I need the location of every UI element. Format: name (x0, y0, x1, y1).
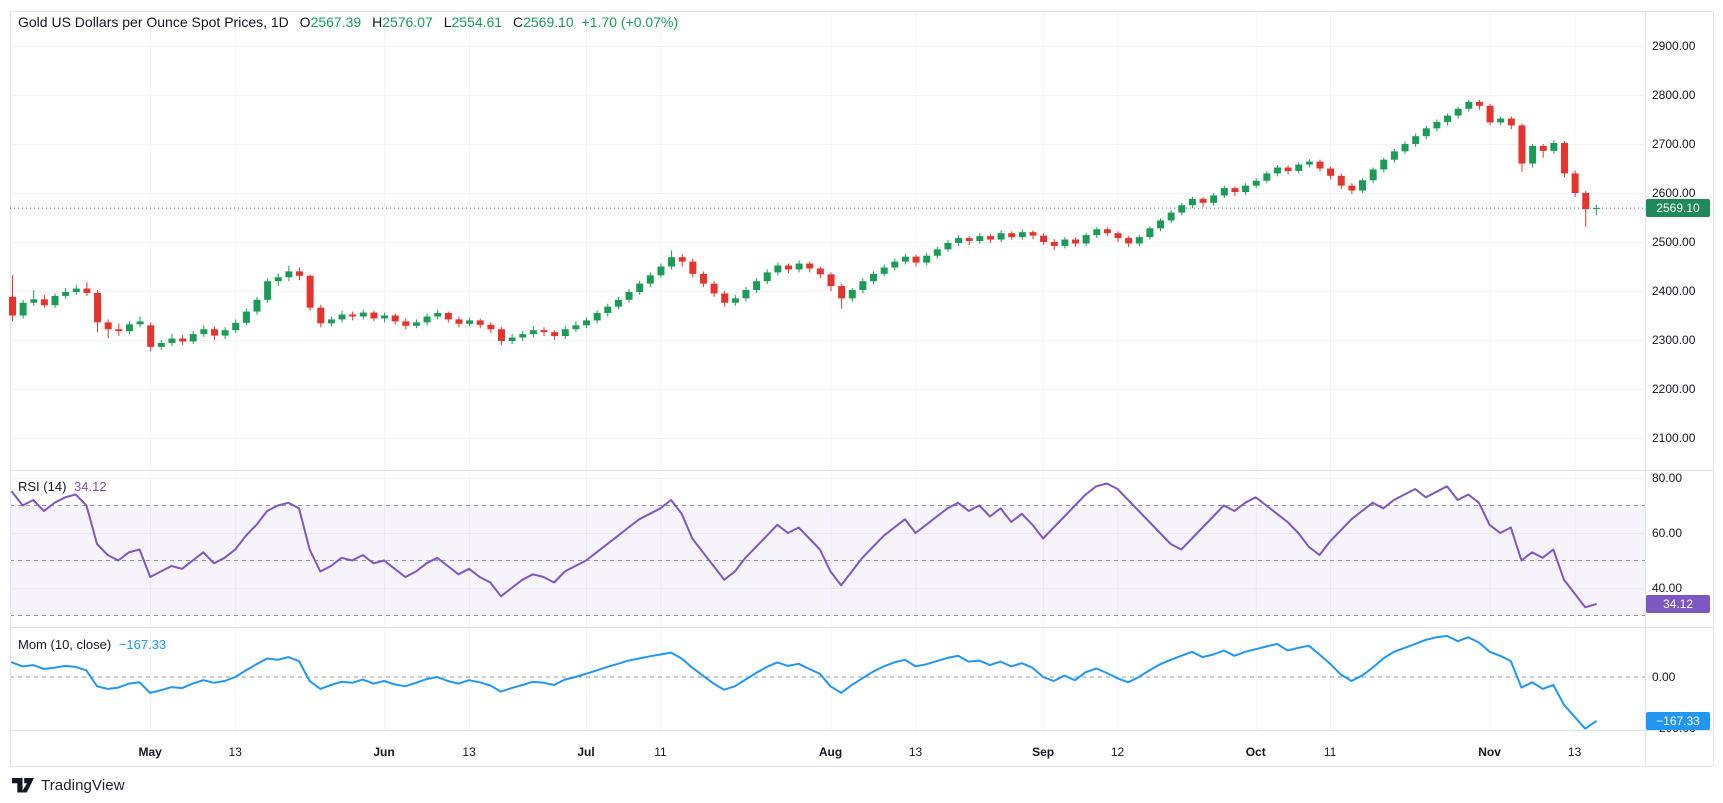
chart-canvas[interactable]: 2900.00 2800.00 2700.00 2600.00 2500.00 2400.… (0, 0, 1723, 803)
mom-name[interactable]: Mom (18, 637, 47, 652)
change-value: +1.70 (+0.07%) (582, 14, 679, 30)
svg-text:2600.00: 2600.00 (1652, 186, 1696, 200)
close-value: 2569.10 (523, 14, 574, 30)
svg-text:2200.00: 2200.00 (1652, 382, 1696, 396)
rsi-legend: RSI (14) 34.12 (18, 479, 107, 494)
svg-text:Sep: Sep (1032, 745, 1054, 759)
low-value: 2554.61 (451, 14, 502, 30)
tradingview-logo[interactable]: TradingView (12, 774, 125, 796)
mom-legend: Mom (10, close) −167.33 (18, 637, 166, 652)
tradingview-logo-icon (12, 778, 34, 793)
svg-text:80.00: 80.00 (1652, 471, 1682, 485)
svg-text:0.00: 0.00 (1652, 670, 1676, 684)
symbol-title[interactable]: Gold US Dollars per Ounce Spot Prices, 1… (18, 14, 289, 30)
svg-text:40.00: 40.00 (1652, 581, 1682, 595)
svg-text:2100.00: 2100.00 (1652, 431, 1696, 445)
main-legend: Gold US Dollars per Ounce Spot Prices, 1… (18, 14, 678, 30)
price-axis[interactable]: 2900.00 2800.00 2700.00 2600.00 2500.00 2400.… (1652, 39, 1696, 735)
svg-text:Jun: Jun (373, 745, 394, 759)
svg-text:13: 13 (229, 745, 243, 759)
svg-text:2400.00: 2400.00 (1652, 284, 1696, 298)
mom-line[interactable] (12, 636, 1596, 729)
svg-text:13: 13 (1568, 745, 1582, 759)
svg-text:60.00: 60.00 (1652, 526, 1682, 540)
svg-text:12: 12 (1111, 745, 1125, 759)
svg-text:Aug: Aug (819, 745, 842, 759)
svg-text:Jul: Jul (577, 745, 594, 759)
high-label: H (372, 14, 382, 30)
last-price-badge: 2569.10 (1646, 199, 1710, 217)
svg-text:11: 11 (654, 745, 667, 759)
svg-text:Nov: Nov (1478, 745, 1501, 759)
svg-text:Oct: Oct (1246, 745, 1266, 759)
svg-text:May: May (139, 745, 163, 759)
pane-borders (10, 11, 1714, 767)
chart-widget: 2900.00 2800.00 2700.00 2600.00 2500.00 2400.… (0, 0, 1723, 803)
svg-text:2700.00: 2700.00 (1652, 137, 1696, 151)
tradingview-logo-text: TradingView (41, 777, 125, 794)
open-label: O (300, 14, 311, 30)
close-label: C (513, 14, 523, 30)
candlestick-series[interactable] (9, 100, 1600, 351)
mom-value: −167.33 (119, 637, 166, 652)
open-value: 2567.39 (311, 14, 362, 30)
svg-text:11: 11 (1324, 745, 1337, 759)
rsi-params: (14) (43, 479, 66, 494)
svg-text:2900.00: 2900.00 (1652, 39, 1696, 53)
mom-value-badge: −167.33 (1646, 712, 1710, 730)
high-value: 2576.07 (382, 14, 433, 30)
svg-text:2500.00: 2500.00 (1652, 235, 1696, 249)
rsi-value-badge: 34.12 (1646, 595, 1710, 613)
svg-text:13: 13 (462, 745, 476, 759)
mom-params: (10, close) (51, 637, 112, 652)
svg-text:13: 13 (909, 745, 923, 759)
rsi-name[interactable]: RSI (18, 479, 40, 494)
svg-text:2800.00: 2800.00 (1652, 88, 1696, 102)
svg-text:2300.00: 2300.00 (1652, 333, 1696, 347)
rsi-value: 34.12 (74, 479, 107, 494)
grid (10, 11, 1645, 730)
time-axis[interactable]: May 13 Jun 13 Jul 11 Aug 13 Sep 12 Oct 11 Nov 13 (139, 745, 1582, 759)
